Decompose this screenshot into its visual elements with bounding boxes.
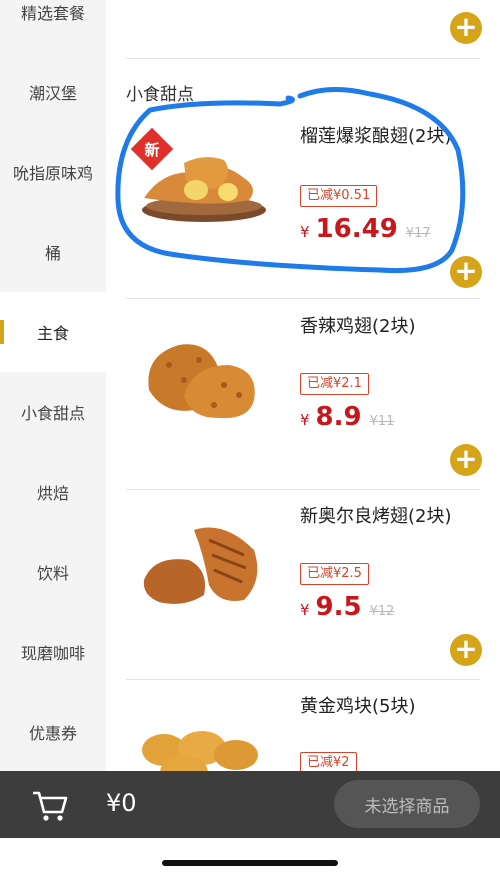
discount-tag: 已减¥2.1 bbox=[300, 373, 369, 395]
sidebar-item-label: 饮料 bbox=[36, 564, 69, 583]
sidebar-item-label: 主食 bbox=[36, 324, 69, 343]
new-badge: 新 bbox=[130, 127, 174, 171]
current-price: 8.9 bbox=[315, 402, 362, 432]
divider bbox=[126, 58, 480, 59]
spicy-wings-image bbox=[148, 344, 255, 419]
sidebar-item-label: 烘焙 bbox=[36, 484, 69, 503]
product-card[interactable]: 新奥尔良烤翅(2块) 已减¥2.5 ¥ 9.5 ¥12 + bbox=[106, 490, 500, 680]
cart-bar: ¥0 未选择商品 bbox=[0, 771, 500, 838]
current-price: 9.5 bbox=[315, 592, 362, 622]
sidebar-item-burgers[interactable]: 潮汉堡 bbox=[0, 52, 106, 132]
section-title: 小食甜点 bbox=[126, 85, 194, 105]
original-price: ¥17 bbox=[405, 226, 431, 241]
sidebar-item-bakery[interactable]: 烘焙 bbox=[0, 452, 106, 532]
sidebar-item-label: 吮指原味鸡 bbox=[12, 164, 93, 183]
price: ¥ 16.49 ¥17 bbox=[300, 214, 431, 244]
product-name: 香辣鸡翅(2块) bbox=[300, 316, 416, 337]
sidebar-item-coupons[interactable]: 优惠券 bbox=[0, 692, 106, 772]
sidebar-item-label: 潮汉堡 bbox=[28, 84, 77, 103]
sidebar-item-drinks[interactable]: 饮料 bbox=[0, 532, 106, 612]
product-name: 榴莲爆浆酿翅(2块) bbox=[300, 126, 452, 147]
price: ¥ 8.9 ¥11 bbox=[300, 402, 394, 432]
sidebar-item-original-chicken[interactable]: 吮指原味鸡 bbox=[0, 132, 106, 212]
plus-icon: + bbox=[454, 632, 478, 665]
product-card[interactable]: 香辣鸡翅(2块) 已减¥2.1 ¥ 8.9 ¥11 + bbox=[106, 300, 500, 490]
sidebar-item-label: 小食甜点 bbox=[20, 404, 85, 423]
new-badge-label: 新 bbox=[144, 140, 160, 159]
original-price: ¥12 bbox=[369, 604, 395, 619]
price: ¥ 9.5 ¥12 bbox=[300, 592, 394, 622]
sidebar-item-mains[interactable]: 主食 bbox=[0, 292, 106, 372]
product-name: 新奥尔良烤翅(2块) bbox=[300, 506, 452, 527]
checkout-button[interactable]: 未选择商品 bbox=[334, 780, 480, 828]
add-to-cart-button[interactable]: + bbox=[450, 634, 482, 666]
home-area bbox=[0, 838, 500, 884]
currency-symbol: ¥ bbox=[300, 411, 310, 429]
sidebar-item-set-meals[interactable]: 精选套餐 bbox=[0, 0, 106, 52]
sidebar-item-label: 现磨咖啡 bbox=[20, 644, 85, 663]
sidebar-item-label: 优惠券 bbox=[28, 724, 77, 743]
original-price: ¥11 bbox=[369, 414, 395, 429]
add-to-cart-button[interactable]: + bbox=[450, 256, 482, 288]
currency-symbol: ¥ bbox=[300, 223, 310, 241]
orleans-wings-image bbox=[143, 527, 258, 604]
product-name: 黄金鸡块(5块) bbox=[300, 696, 416, 717]
add-to-cart-button[interactable]: + bbox=[450, 444, 482, 476]
discount-tag: 已减¥2.5 bbox=[300, 563, 369, 585]
discount-tag: 已减¥0.51 bbox=[300, 185, 378, 207]
sidebar-item-label: 精选套餐 bbox=[20, 4, 85, 23]
divider bbox=[126, 298, 480, 299]
plus-icon: + bbox=[454, 10, 478, 43]
product-card[interactable]: 黄金鸡块(5块) 已减¥2 bbox=[106, 680, 500, 771]
cart-total: ¥0 bbox=[106, 789, 137, 817]
plus-icon: + bbox=[454, 442, 478, 475]
sidebar-item-snacks-desserts[interactable]: 小食甜点 bbox=[0, 372, 106, 452]
plus-icon: + bbox=[454, 254, 478, 287]
sidebar-item-bucket[interactable]: 桶 bbox=[0, 212, 106, 292]
sidebar-item-coffee[interactable]: 现磨咖啡 bbox=[0, 612, 106, 692]
currency-symbol: ¥ bbox=[300, 601, 310, 619]
category-sidebar: 精选套餐 潮汉堡 吮指原味鸡 桶 主食 小食甜点 烘焙 饮料 现磨咖啡 优惠券 bbox=[0, 0, 106, 771]
add-to-cart-button[interactable]: + bbox=[450, 12, 482, 44]
current-price: 16.49 bbox=[315, 214, 398, 244]
cart-icon[interactable] bbox=[30, 785, 70, 825]
discount-tag: 已减¥2 bbox=[300, 752, 357, 771]
product-card[interactable]: 新 榴莲爆浆酿翅(2块) 已减¥0.51 ¥ 16.49 ¥17 + bbox=[106, 108, 500, 298]
nuggets-image bbox=[142, 731, 258, 771]
product-list: + 小食甜点 新 榴莲爆浆酿翅(2块) 已减¥0.51 ¥ 16.49 ¥17 … bbox=[106, 0, 500, 771]
home-indicator[interactable] bbox=[162, 860, 338, 866]
sidebar-item-label: 桶 bbox=[44, 244, 61, 263]
active-indicator bbox=[0, 320, 4, 344]
